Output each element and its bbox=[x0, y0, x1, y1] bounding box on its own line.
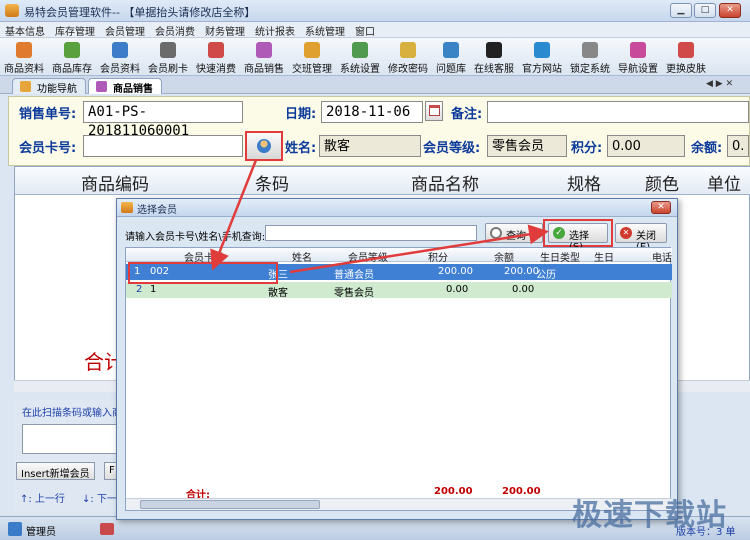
watermark: 极速下载站 bbox=[572, 498, 727, 533]
annotation-arrows bbox=[210, 159, 549, 274]
